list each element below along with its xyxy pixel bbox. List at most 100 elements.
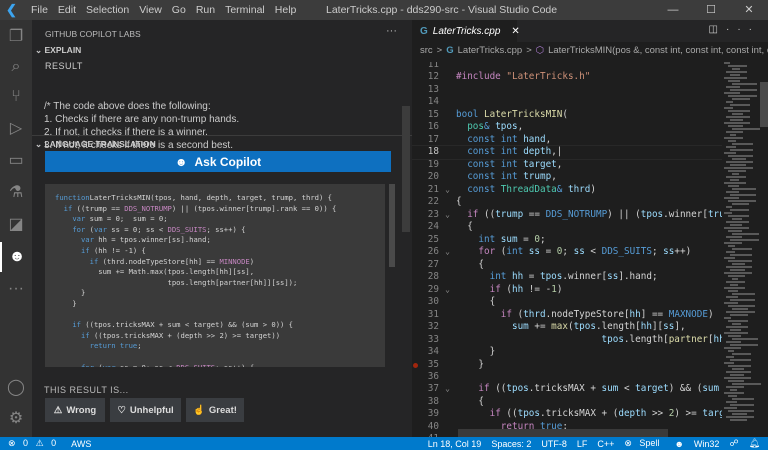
menu-selection[interactable]: Selection (86, 4, 129, 16)
wrong-button[interactable]: ⚠Wrong (45, 398, 105, 422)
fold-chevron-icon[interactable]: ⌄ (439, 246, 456, 258)
gutter (439, 146, 456, 158)
feedback-icon[interactable]: ☍ (729, 438, 738, 449)
sidebar-scrollbar[interactable] (402, 106, 410, 232)
code-token (456, 246, 478, 257)
translated-code-line: for (var ss = 0; ss < DDS_SUITS; ss++) { (55, 225, 385, 236)
explain-section-header[interactable]: ⌄ EXPLAIN (35, 45, 81, 56)
code-line[interactable]: 37⌄ if ((tpos.tricksMAX + sum < target) … (412, 383, 722, 395)
tab-latertricks-cpp[interactable]: GLaterTricks.cpp✕ (412, 20, 517, 42)
code-line[interactable]: 27 { (412, 259, 722, 271)
code-line[interactable]: 35 } (412, 359, 722, 371)
menu-run[interactable]: Run (196, 4, 215, 16)
code-token: const (467, 184, 501, 195)
account-icon[interactable]: ◯ (0, 373, 32, 403)
code-line[interactable]: 15 bool LaterTricksMIN( (412, 109, 722, 121)
code-line[interactable]: 36 (412, 371, 722, 383)
warning-icon: ⚠ (54, 405, 63, 416)
line-source: tpos.length[partner[hh]][ss]); (456, 334, 722, 345)
run-debug-icon[interactable]: ▷ (0, 114, 32, 144)
breadcrumb-file[interactable]: LaterTricks.cpp (458, 45, 523, 56)
more-actions-icon[interactable]: ··· (386, 25, 397, 37)
cursor-position[interactable]: Ln 18, Col 19 (428, 439, 482, 449)
code-line[interactable]: 28 int hh = tpos.winner[ss].hand; (412, 271, 722, 283)
code-line[interactable]: 21⌄ const ThreadData& thrd) (412, 184, 722, 196)
unhelpful-button[interactable]: ♡Unhelpful (110, 398, 181, 422)
testing-icon[interactable]: ⚗ (0, 178, 32, 208)
code-line[interactable]: 16 pos& tpos, (412, 121, 722, 133)
code-editor[interactable]: 11 12 #include "LaterTricks.h"13 14 15 b… (412, 62, 722, 437)
breadcrumb-symbol[interactable]: LaterTricksMIN(pos &, const int, const i… (548, 45, 768, 56)
code-token: var (72, 214, 85, 223)
more-icon[interactable]: ··· (0, 274, 32, 304)
code-line[interactable]: 14 (412, 96, 722, 108)
remote-explorer-icon[interactable]: ▭ (0, 146, 32, 176)
menu-go[interactable]: Go (172, 4, 186, 16)
fold-chevron-icon[interactable]: ⌄ (439, 184, 456, 196)
aws-status[interactable]: AWS (71, 439, 91, 449)
settings-gear-icon[interactable]: ⚙ (0, 404, 32, 434)
menu-file[interactable]: File (31, 4, 48, 16)
copilot-status-icon[interactable]: ☻ (674, 439, 683, 449)
code-line[interactable]: 17 const int hand, (412, 134, 722, 146)
code-line[interactable]: 11 (412, 62, 722, 71)
aws-icon[interactable]: ◪ (0, 210, 32, 240)
minimize-icon[interactable]: — (654, 0, 692, 20)
code-line[interactable]: 30 { (412, 296, 722, 308)
code-line[interactable]: 19 const int target, (412, 159, 722, 171)
platform-status[interactable]: Win32 (694, 439, 720, 449)
breadcrumb-src[interactable]: src (420, 45, 433, 56)
editor-more-icon[interactable]: ··· (726, 24, 760, 35)
explorer-icon[interactable]: ❐ (0, 22, 32, 52)
line-number: 11 (412, 62, 439, 71)
notifications-icon[interactable]: 🔔︎ (749, 438, 760, 449)
code-line[interactable]: 32 sum += max(tpos.length[hh][ss], (412, 321, 722, 333)
editor-scrollbar[interactable] (760, 82, 768, 127)
code-line[interactable]: 22 { (412, 196, 722, 208)
eol-status[interactable]: LF (577, 439, 588, 449)
code-line[interactable]: 13 (412, 84, 722, 96)
code-line[interactable]: 29⌄ if (hh != -1) (412, 284, 722, 296)
code-line[interactable]: 26⌄ for (int ss = 0; ss < DDS_SUITS; ss+… (412, 246, 722, 258)
fold-chevron-icon[interactable]: ⌄ (439, 209, 456, 221)
language-mode[interactable]: C++ (597, 439, 614, 449)
code-block-scrollbar[interactable] (389, 184, 395, 267)
great-button[interactable]: ☝Great! (186, 398, 244, 422)
maximize-icon[interactable]: ☐ (692, 0, 730, 20)
code-line[interactable]: 18 const int depth,| (412, 146, 722, 158)
fold-chevron-icon[interactable]: ⌄ (439, 383, 456, 395)
menu-terminal[interactable]: Terminal (225, 4, 265, 16)
split-editor-icon[interactable]: ◫ (709, 24, 726, 35)
close-icon[interactable]: ✕ (730, 0, 768, 20)
code-line[interactable]: 31 if (thrd.nodeTypeStore[hh] == MAXNODE… (412, 309, 722, 321)
spell-status[interactable]: ⊗ Spell (624, 438, 664, 449)
code-line[interactable]: 23⌄ if ((trump == DDS_NOTRUMP) || (tpos.… (412, 209, 722, 221)
code-token: } (456, 359, 484, 370)
minimap-line (730, 89, 757, 91)
menu-help[interactable]: Help (275, 4, 297, 16)
menu-edit[interactable]: Edit (58, 4, 76, 16)
minimap[interactable] (722, 62, 760, 437)
breakpoint-icon[interactable] (413, 363, 418, 368)
code-line[interactable]: 20 const int trump, (412, 171, 722, 183)
menu-view[interactable]: View (139, 4, 162, 16)
fold-chevron-icon[interactable]: ⌄ (439, 284, 456, 296)
code-line[interactable]: 24 { (412, 221, 722, 233)
copilot-labs-icon[interactable]: ☻ (0, 242, 32, 272)
editor-horizontal-scrollbar[interactable] (458, 429, 668, 437)
close-tab-icon[interactable]: ✕ (511, 26, 519, 37)
code-line[interactable]: 12 #include "LaterTricks.h" (412, 71, 722, 83)
code-line[interactable]: 34 } (412, 346, 722, 358)
indentation-status[interactable]: Spaces: 2 (491, 439, 531, 449)
encoding-status[interactable]: UTF-8 (541, 439, 567, 449)
search-icon[interactable]: ⌕ (0, 52, 32, 82)
code-line[interactable]: 39 if ((tpos.tricksMAX + (depth >> 2) >=… (412, 408, 722, 420)
language-translation-section-header[interactable]: ⌄ LANGUAGE TRANSLATION (35, 139, 156, 150)
ask-copilot-button[interactable]: ☻Ask Copilot (45, 151, 391, 172)
source-control-icon[interactable]: ⑂ (0, 82, 32, 112)
problems-indicator[interactable]: ⊗ 0 ⚠ 0 (8, 438, 61, 449)
code-line[interactable]: 33 tpos.length[partner[hh]][ss]); (412, 334, 722, 346)
minimap-line (724, 227, 749, 229)
code-line[interactable]: 25 int sum = 0; (412, 234, 722, 246)
code-line[interactable]: 38 { (412, 396, 722, 408)
